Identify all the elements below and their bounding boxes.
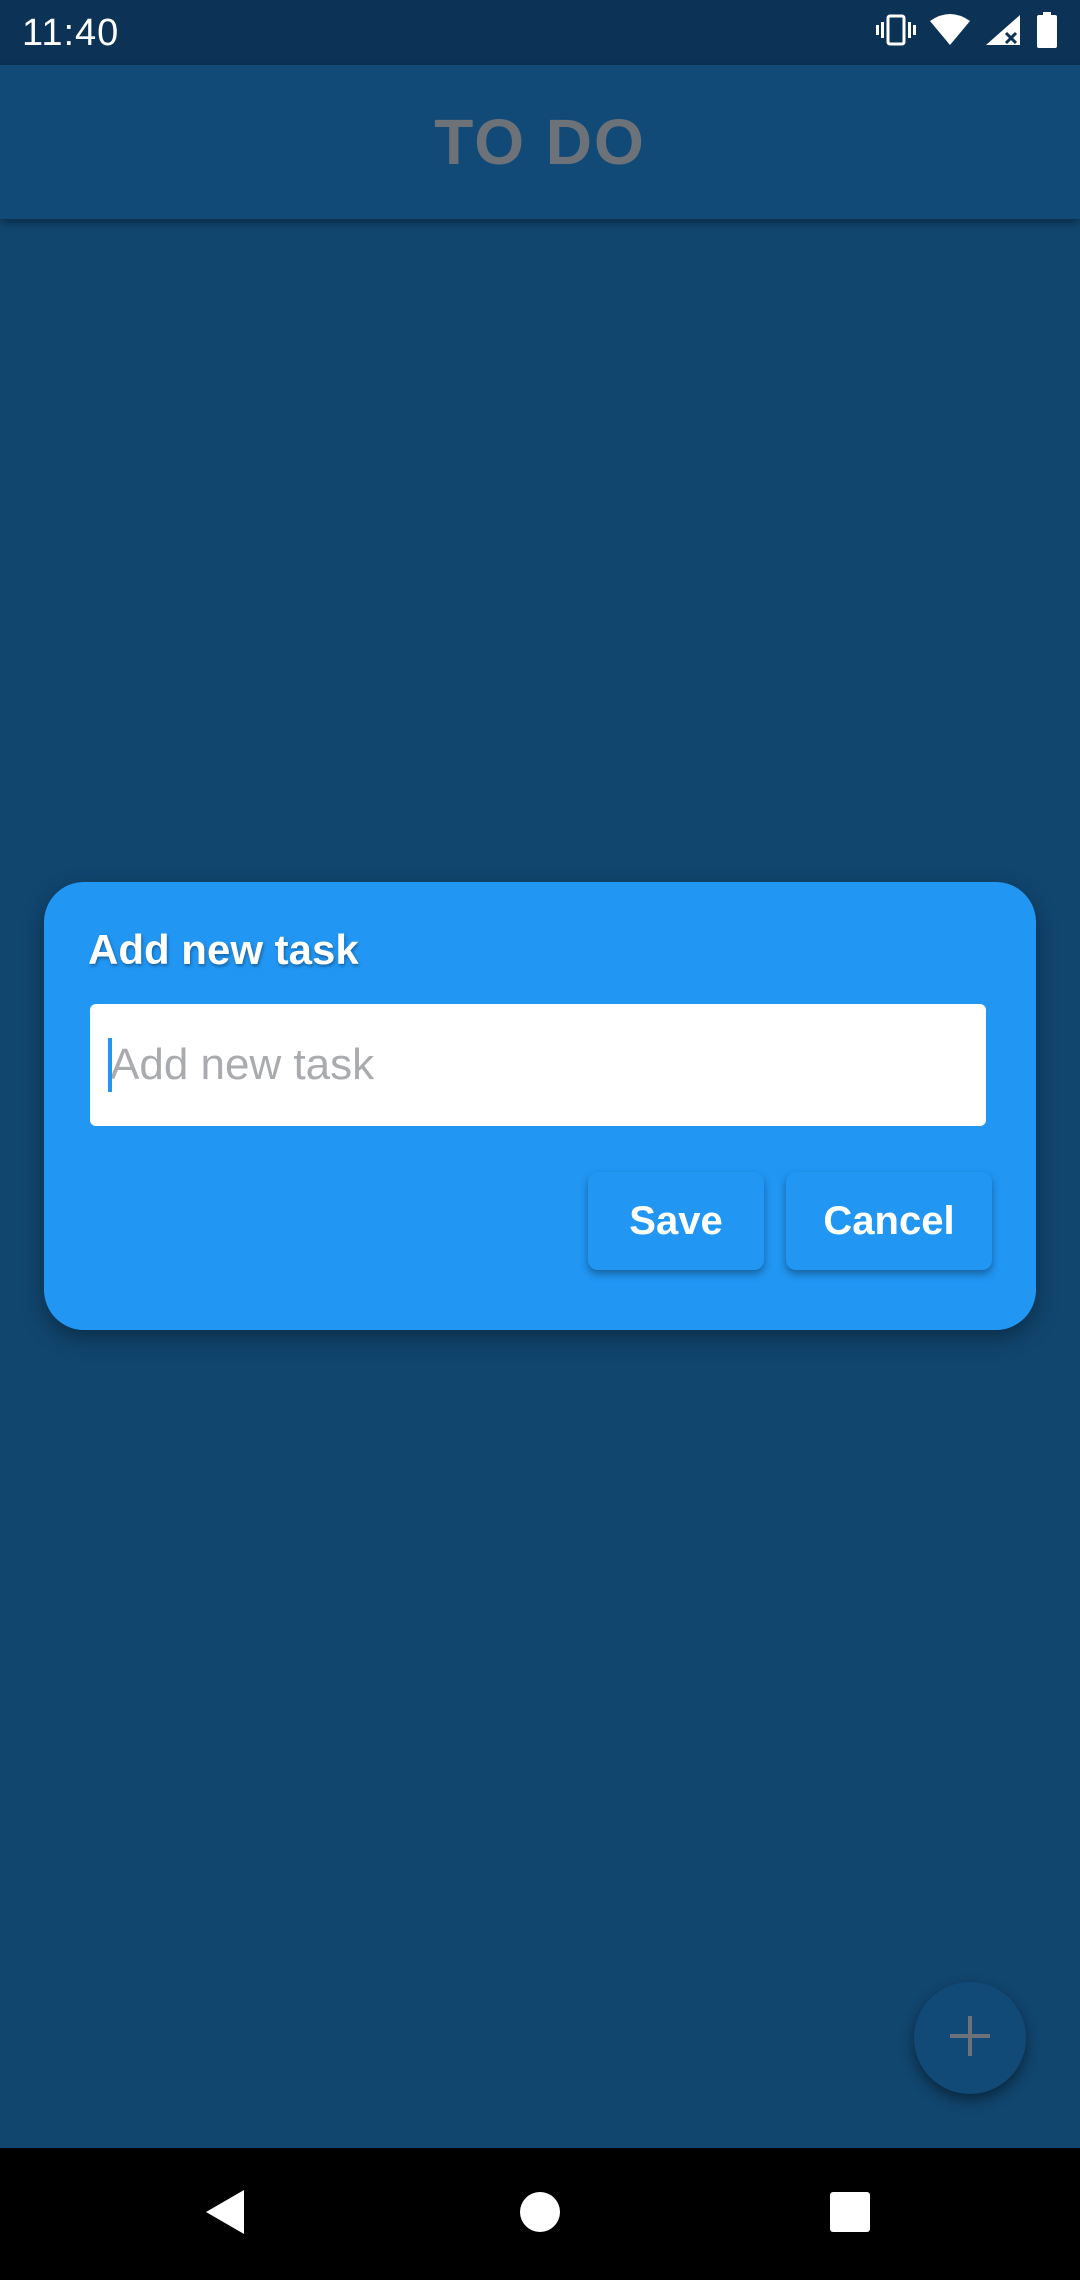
- back-icon: [204, 2188, 248, 2241]
- app-title: TO DO: [434, 106, 646, 178]
- add-task-dialog: Add new task Save Cancel: [44, 882, 1036, 1330]
- home-button[interactable]: [470, 2148, 610, 2280]
- status-bar: 11:40: [0, 0, 1080, 65]
- nav-bar: [0, 2148, 1080, 2280]
- app-bar: TO DO: [0, 65, 1080, 219]
- signal-icon: [984, 13, 1022, 52]
- vibrate-icon: [876, 13, 916, 52]
- battery-icon: [1036, 11, 1058, 53]
- task-input[interactable]: [90, 1004, 986, 1126]
- add-task-fab[interactable]: [914, 1982, 1026, 2094]
- cancel-button[interactable]: Cancel: [786, 1172, 992, 1270]
- recents-icon: [829, 2191, 871, 2238]
- home-icon: [519, 2191, 561, 2238]
- wifi-icon: [930, 13, 970, 52]
- save-button[interactable]: Save: [588, 1172, 764, 1270]
- plus-icon: [948, 2014, 992, 2063]
- status-time: 11:40: [22, 12, 120, 54]
- recents-button[interactable]: [780, 2148, 920, 2280]
- text-caret: [108, 1038, 112, 1092]
- back-button[interactable]: [156, 2148, 296, 2280]
- dialog-title: Add new task: [88, 926, 359, 973]
- status-icons: [876, 11, 1058, 53]
